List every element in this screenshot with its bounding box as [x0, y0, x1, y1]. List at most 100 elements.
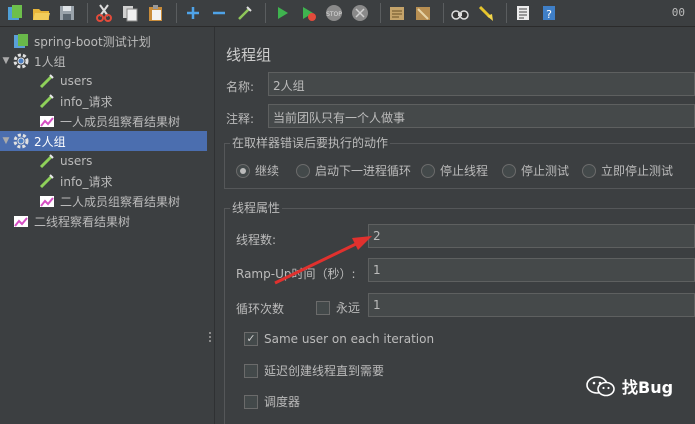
expand-icon[interactable] — [182, 2, 204, 24]
save-icon[interactable] — [56, 2, 78, 24]
same-user-checkbox-box[interactable]: ✓ — [244, 332, 258, 346]
tree-item[interactable]: spring-boot测试计划 — [0, 31, 207, 51]
tree-item[interactable]: users — [0, 151, 207, 171]
pipette-icon — [38, 72, 56, 90]
delay-checkbox-box[interactable] — [244, 363, 258, 378]
error-action-label: 立即停止测试 — [601, 164, 674, 178]
tree-item-label: users — [60, 154, 93, 168]
svg-text:STOP: STOP — [326, 11, 342, 18]
tree-item[interactable]: ▼ 2人组 — [0, 131, 207, 151]
same-user-checkbox[interactable]: ✓ Same user on each iteration — [244, 332, 434, 346]
radio-circle[interactable] — [582, 163, 596, 178]
collapse-icon[interactable] — [208, 2, 230, 24]
threads-field[interactable]: 2 — [368, 224, 695, 248]
new-icon[interactable] — [4, 2, 26, 24]
scheduler-checkbox[interactable]: 调度器 — [244, 393, 300, 410]
error-action-title: 在取样器错误后要执行的动作 — [230, 134, 391, 151]
radio-circle[interactable] — [236, 163, 250, 178]
clear-icon[interactable] — [412, 2, 434, 24]
toolbar-separator — [506, 3, 507, 23]
error-action-radio[interactable]: 继续 — [236, 162, 279, 179]
pipette-icon — [38, 172, 56, 190]
chevron-down-icon[interactable]: ▼ — [0, 136, 12, 146]
watermark-text: 找Bug — [622, 378, 674, 397]
pipette-icon — [38, 152, 56, 170]
splitter-grip[interactable] — [209, 332, 212, 344]
radio-circle[interactable] — [421, 163, 435, 178]
error-action-label: 继续 — [255, 164, 280, 178]
toolbar-separator — [176, 3, 177, 23]
tree-item-label: spring-boot测试计划 — [34, 34, 151, 49]
panel-title: 线程组 — [226, 46, 272, 64]
rampup-field[interactable]: 1 — [368, 258, 695, 282]
tree-item-label: 1人组 — [34, 54, 66, 69]
search-icon[interactable] — [449, 2, 471, 24]
tree-item[interactable]: info_请求 — [0, 91, 207, 111]
splitter[interactable] — [207, 27, 215, 424]
toolbar-separator — [265, 3, 266, 23]
toolbar-separator — [380, 3, 381, 23]
pipette-icon — [38, 92, 56, 110]
watermark: 找Bug — [586, 374, 673, 398]
tree-item[interactable]: 二人成员组察看结果树 — [0, 191, 207, 211]
thread-group-panel: 线程组 名称: 2人组 注释: 当前团队只有一个人做事 在取样器错误后要执行的动… — [216, 27, 695, 424]
start-no-pause-icon[interactable] — [297, 2, 319, 24]
elapsed-time: 00 — [671, 6, 685, 19]
chart-icon — [38, 192, 56, 210]
scheduler-label: 调度器 — [264, 395, 301, 409]
tree-item-label: info_请求 — [60, 94, 113, 109]
tree-item-label: users — [60, 74, 93, 88]
test-plan-tree: spring-boot测试计划 ▼ 1人组 users info_请求 一人成员组察看结果… — [0, 27, 207, 424]
tree-item[interactable]: info_请求 — [0, 171, 207, 191]
clear-all-icon[interactable] — [475, 2, 497, 24]
paste-icon[interactable] — [145, 2, 167, 24]
copy-icon[interactable] — [119, 2, 141, 24]
tree-item-label: info_请求 — [60, 174, 113, 189]
comment-label: 注释: — [226, 112, 255, 126]
loop-field[interactable]: 1 — [368, 293, 695, 317]
tree-item-label: 一人成员组察看结果树 — [60, 114, 181, 129]
error-action-radio[interactable]: 停止线程 — [421, 162, 488, 179]
wechat-icon — [586, 376, 615, 397]
scheduler-checkbox-box[interactable] — [244, 394, 258, 409]
cut-icon[interactable] — [93, 2, 115, 24]
tree-item[interactable]: users — [0, 71, 207, 91]
error-action-label: 启动下一进程循环 — [315, 164, 412, 178]
comment-field[interactable]: 当前团队只有一个人做事 — [268, 104, 695, 128]
error-action-label: 停止测试 — [521, 164, 570, 178]
chart-icon — [38, 112, 56, 130]
tree-item[interactable]: 二线程察看结果树 — [0, 211, 207, 231]
name-label: 名称: — [226, 80, 255, 94]
forever-checkbox[interactable]: 永远 — [316, 299, 360, 316]
delay-label: 延迟创建线程直到需要 — [264, 364, 385, 378]
error-action-radio[interactable]: 启动下一进程循环 — [296, 162, 411, 179]
test-plan-icon — [12, 32, 30, 50]
threads-label: 线程数: — [236, 233, 277, 247]
tree-item[interactable]: 一人成员组察看结果树 — [0, 111, 207, 131]
tree-item-label: 二线程察看结果树 — [34, 214, 131, 229]
function-helper-icon[interactable] — [512, 2, 534, 24]
error-action-radio[interactable]: 立即停止测试 — [582, 162, 673, 179]
shutdown-icon[interactable] — [349, 2, 371, 24]
toolbar-separator — [87, 3, 88, 23]
chevron-down-icon[interactable]: ▼ — [0, 56, 12, 66]
toggle-icon[interactable] — [234, 2, 256, 24]
start-icon[interactable] — [271, 2, 293, 24]
svg-text:?: ? — [546, 8, 552, 21]
error-action-radio[interactable]: 停止测试 — [502, 162, 569, 179]
open-icon[interactable] — [30, 2, 52, 24]
radio-circle[interactable] — [296, 163, 310, 178]
stop-icon[interactable]: STOP — [323, 2, 345, 24]
name-field[interactable]: 2人组 — [268, 72, 695, 96]
rampup-label: Ramp-Up时间（秒）: — [236, 267, 356, 281]
thread-props-title: 线程属性 — [230, 199, 283, 216]
tree-item[interactable]: ▼ 1人组 — [0, 51, 207, 71]
settings-icon[interactable] — [386, 2, 408, 24]
toolbar: STOP ? 00 — [0, 0, 695, 27]
radio-circle[interactable] — [502, 163, 516, 178]
error-action-label: 停止线程 — [440, 164, 489, 178]
delay-checkbox[interactable]: 延迟创建线程直到需要 — [244, 362, 384, 379]
forever-checkbox-box[interactable] — [316, 300, 330, 315]
help-icon[interactable]: ? — [538, 2, 560, 24]
loop-label: 循环次数 — [236, 302, 285, 316]
